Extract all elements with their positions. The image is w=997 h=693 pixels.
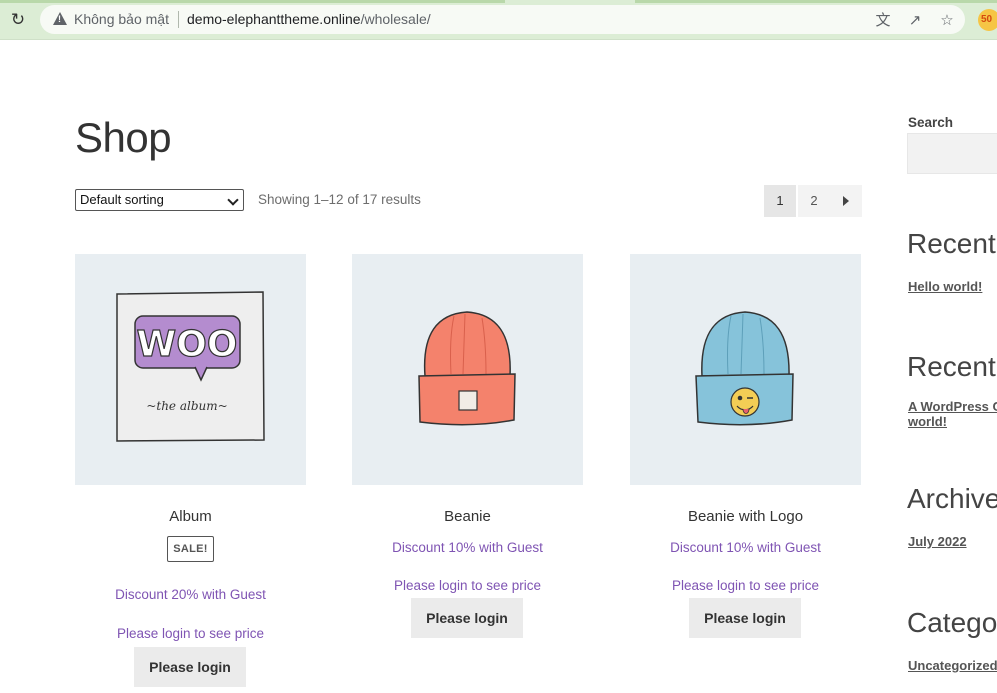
product-image-beanie[interactable]: [352, 254, 583, 485]
svg-text:WOO: WOO: [137, 324, 238, 365]
recent-comments-heading: Recent C: [907, 351, 997, 382]
translate-icon[interactable]: 文: [873, 10, 893, 30]
discount-text: Discount 10% with Guest: [670, 540, 821, 555]
recent-comment-link-continued[interactable]: world!: [908, 414, 947, 429]
page-1-link[interactable]: 1: [764, 185, 796, 217]
login-price-message: Please login to see price: [116, 626, 265, 641]
browser-toolbar: ↻ Không bảo mật demo-elephanttheme.onlin…: [0, 0, 997, 40]
recent-posts-heading: Recent P: [907, 228, 997, 259]
sale-badge: SALE!: [167, 536, 214, 562]
discount-text: Discount 10% with Guest: [392, 540, 543, 555]
product-name[interactable]: Beanie: [352, 508, 583, 525]
please-login-button[interactable]: Please login: [411, 598, 523, 638]
page-2-link[interactable]: 2: [798, 185, 830, 217]
recent-post-link[interactable]: Hello world!: [908, 279, 982, 294]
album-illustration: WOO ~the album~: [116, 291, 265, 442]
category-link[interactable]: Uncategorized: [908, 658, 997, 673]
sorting-select[interactable]: Default sorting: [75, 189, 244, 211]
security-status[interactable]: Không bảo mật: [74, 11, 169, 27]
search-label: Search: [908, 115, 954, 130]
search-input[interactable]: [907, 133, 997, 174]
product-beanie: Beanie Discount 10% with Guest Please lo…: [352, 254, 583, 638]
login-price-message: Please login to see price: [671, 578, 820, 593]
login-price-message: Please login to see price: [393, 578, 542, 593]
address-separator: [178, 11, 179, 28]
page-title: Shop: [75, 114, 172, 161]
address-bar[interactable]: Không bảo mật demo-elephanttheme.online/…: [40, 5, 965, 34]
result-count: Showing 1–12 of 17 results: [258, 192, 421, 207]
archive-link[interactable]: July 2022: [908, 534, 967, 549]
product-image-beanie-with-logo[interactable]: [630, 254, 861, 485]
extension-icon[interactable]: 50: [978, 9, 997, 31]
categories-heading: Categor: [907, 607, 997, 638]
beanie-illustration: [418, 311, 516, 426]
product-beanie-with-logo: Beanie with Logo Discount 10% with Guest…: [630, 254, 861, 638]
archives-heading: Archives: [907, 483, 997, 514]
share-icon[interactable]: ↗: [905, 10, 925, 30]
tab-strip: [0, 0, 997, 3]
recent-comment-link[interactable]: A WordPress Co: [908, 399, 997, 414]
warning-icon: [53, 12, 67, 25]
product-name[interactable]: Album: [75, 508, 306, 525]
url-text[interactable]: demo-elephanttheme.online/wholesale/: [187, 11, 431, 27]
product-name[interactable]: Beanie with Logo: [630, 508, 861, 525]
beanie-logo-illustration: [695, 311, 794, 426]
please-login-button[interactable]: Please login: [134, 647, 246, 687]
next-page-icon[interactable]: [830, 185, 862, 217]
svg-text:~the album~: ~the album~: [146, 399, 227, 413]
reload-icon[interactable]: ↻: [8, 10, 28, 30]
discount-text: Discount 20% with Guest: [115, 587, 266, 602]
bookmark-star-icon[interactable]: ☆: [937, 10, 957, 30]
product-image-album[interactable]: WOO ~the album~: [75, 254, 306, 485]
please-login-button[interactable]: Please login: [689, 598, 801, 638]
product-album: WOO ~the album~ Album SALE! Discount 20%…: [75, 254, 306, 687]
